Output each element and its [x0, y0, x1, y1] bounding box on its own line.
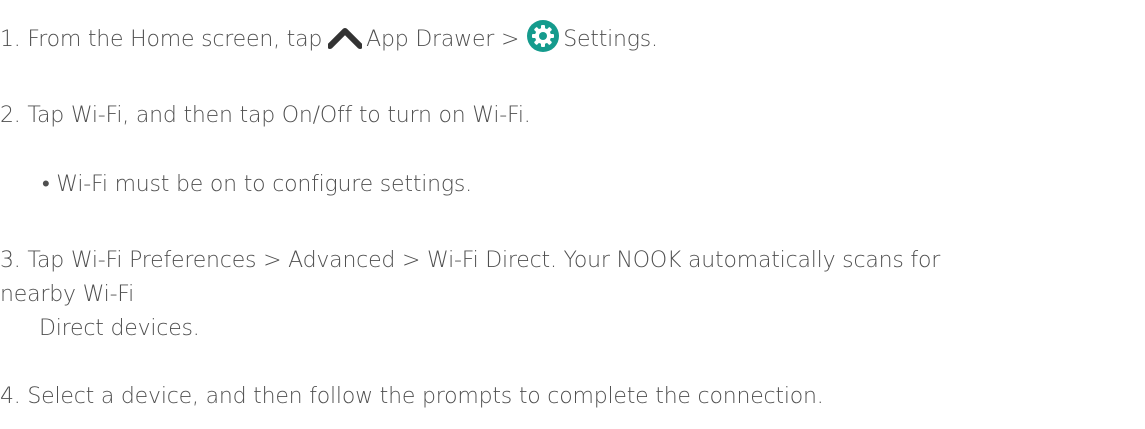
step-2-note: • Wi-Fi must be on to configure settings… [42, 172, 472, 197]
instructions-document: 1. From the Home screen, tap App Drawer … [0, 0, 1145, 429]
gear-icon [527, 20, 560, 52]
step-3-line-3: Direct devices. [39, 316, 200, 341]
app-drawer-label: App Drawer > [366, 27, 520, 52]
step-2: 2. Tap Wi-Fi, and then tap On/Off to tur… [0, 103, 531, 128]
step-4: 4. Select a device, and then follow the … [0, 384, 824, 409]
chevron-up-icon [328, 28, 363, 49]
step-3-line-2: nearby Wi-Fi [0, 282, 135, 307]
step-1-text: 1. From the Home screen, tap [0, 27, 323, 52]
step-3-line-1: 3. Tap Wi-Fi Preferences > Advanced > Wi… [0, 248, 941, 273]
settings-label: Settings. [563, 27, 658, 52]
step-1: 1. From the Home screen, tap App Drawer … [0, 20, 658, 53]
